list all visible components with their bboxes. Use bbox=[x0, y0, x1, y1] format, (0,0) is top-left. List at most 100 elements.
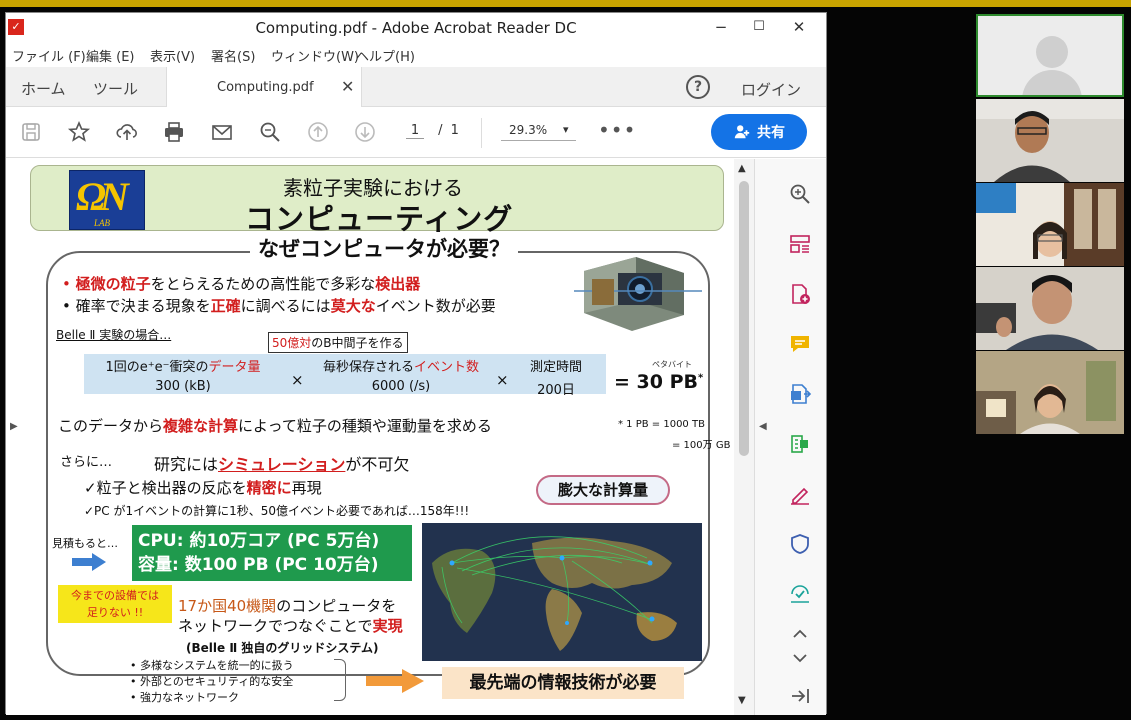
tab-document[interactable]: Computing.pdf ✕ bbox=[166, 67, 362, 107]
footnote-pb-gb: = 100万 GB bbox=[672, 440, 731, 451]
line-text: このデータから bbox=[58, 417, 164, 435]
calc-label: 測定時間 bbox=[529, 360, 582, 375]
petabyte-ruby: ペタバイト bbox=[652, 360, 692, 369]
export-pdf-icon[interactable] bbox=[787, 381, 813, 407]
email-icon[interactable] bbox=[209, 119, 235, 145]
create-pdf-icon[interactable] bbox=[787, 281, 813, 307]
add-user-icon bbox=[734, 125, 750, 139]
login-link[interactable]: ログイン bbox=[741, 79, 801, 100]
tab-home[interactable]: ホーム bbox=[21, 78, 66, 99]
close-tab-icon[interactable]: ✕ bbox=[341, 77, 354, 96]
bullet-red-text: 莫大な bbox=[330, 297, 376, 315]
times-sign: × bbox=[291, 371, 304, 389]
next-page-icon[interactable] bbox=[352, 119, 378, 145]
detector-image bbox=[574, 251, 704, 333]
save-icon[interactable] bbox=[18, 119, 44, 145]
note-line: 足りない !! bbox=[86, 606, 144, 619]
organize-pages-icon[interactable] bbox=[787, 231, 813, 257]
world-network-map bbox=[422, 523, 702, 661]
resource-estimate-box: CPU: 約10万コア (PC 5万台) 容量: 数100 PB (PC 10万… bbox=[132, 525, 412, 581]
scroll-up-icon[interactable]: ▲ bbox=[738, 163, 746, 174]
page-number-input[interactable]: 1 bbox=[406, 123, 424, 139]
participant-avatar-placeholder[interactable] bbox=[976, 14, 1124, 97]
bullet-dot: • bbox=[130, 675, 137, 688]
menu-sign[interactable]: 署名(S) bbox=[211, 46, 255, 65]
line-text: 粒子と検出器の反応を bbox=[96, 479, 247, 497]
menu-edit[interactable]: 編集 (E) bbox=[86, 46, 135, 65]
logo-mark: ΩΝ bbox=[76, 174, 129, 219]
previous-page-icon[interactable] bbox=[305, 119, 331, 145]
protect-shield-icon[interactable] bbox=[787, 531, 813, 557]
total-data-result: = 30 PB* bbox=[614, 371, 703, 393]
menu-window[interactable]: ウィンドウ(W) bbox=[271, 46, 359, 65]
edit-pdf-icon[interactable] bbox=[787, 431, 813, 457]
slide-title: コンピューティング bbox=[245, 202, 514, 236]
page-separator: / bbox=[438, 123, 443, 138]
line-red-text: 複雑な計算 bbox=[163, 417, 239, 435]
furthermore-label: さらに… bbox=[60, 455, 113, 470]
help-icon[interactable]: ? bbox=[686, 75, 710, 99]
scroll-thumb[interactable] bbox=[739, 181, 749, 456]
line-red-text: 精密に bbox=[246, 479, 292, 497]
print-icon[interactable] bbox=[161, 119, 187, 145]
cloud-upload-icon[interactable] bbox=[114, 119, 140, 145]
sub-bullet-2: • 外部とのセキュリティ的な安全 bbox=[130, 673, 293, 689]
sub-bullet-3: • 強力なネットワーク bbox=[130, 689, 239, 705]
participant-video-2[interactable] bbox=[976, 183, 1124, 266]
collapse-pane-icon[interactable]: ◀ bbox=[759, 421, 767, 432]
toolbar: 1 / 1 29.3% ▾ ••• 共有 bbox=[6, 108, 826, 158]
network-line-1: 17か国40機関のコンピュータを bbox=[178, 595, 396, 616]
menu-help[interactable]: ヘルプ(H) bbox=[356, 46, 415, 65]
more-tools-icon[interactable]: ••• bbox=[598, 118, 636, 142]
not-enough-note: 今までの設備では 足りない !! bbox=[58, 585, 172, 623]
bullet-text: イベント数が必要 bbox=[375, 297, 496, 315]
minimize-button[interactable]: − bbox=[706, 16, 736, 38]
tab-tools[interactable]: ツール bbox=[93, 78, 138, 99]
search-zoom-icon[interactable] bbox=[257, 119, 283, 145]
close-window-button[interactable]: ✕ bbox=[784, 16, 814, 38]
check-icon: ✓ bbox=[84, 479, 97, 497]
page-indicator: 1 / 1 bbox=[406, 123, 459, 139]
title-bar: ✓ Computing.pdf - Adobe Acrobat Reader D… bbox=[6, 13, 826, 41]
calc-value: 6000 (/s) bbox=[371, 379, 431, 394]
vertical-scrollbar[interactable]: ▲ ▼ bbox=[734, 159, 754, 715]
check-item-158-years: ✓PC が1イベントの計算に1秒、50億イベント必要であれば…158年!!! bbox=[84, 504, 470, 518]
note-line: 今までの設備では bbox=[71, 589, 159, 602]
complex-calc-line: このデータから複雑な計算によって粒子の種類や運動量を求める bbox=[58, 415, 492, 436]
top-status-strip bbox=[0, 0, 1131, 7]
chevron-down-icon[interactable] bbox=[787, 645, 813, 671]
cpu-estimate: CPU: 約10万コア (PC 5万台) bbox=[138, 531, 380, 551]
line-text: によって粒子の種類や運動量を求める bbox=[238, 417, 492, 435]
left-panel-toggle[interactable]: ▶ bbox=[6, 159, 22, 715]
bullet-text: 強力なネットワーク bbox=[140, 691, 239, 704]
zoom-value: 29.3% bbox=[509, 123, 548, 137]
avatar-head bbox=[1036, 36, 1068, 68]
collapse-right-pane-icon[interactable] bbox=[787, 683, 813, 709]
zoom-select[interactable]: 29.3% ▾ bbox=[501, 123, 576, 141]
participant-video-1[interactable] bbox=[976, 99, 1124, 182]
calc-label-red: データ量 bbox=[208, 360, 261, 375]
menu-file[interactable]: ファイル (F) bbox=[12, 46, 86, 65]
pdf-page: ΩΝ LAB 素粒子実験における コンピューティング なぜコンピュータが必要？ … bbox=[22, 159, 734, 715]
share-label: 共有 bbox=[757, 125, 785, 141]
chevron-up-icon[interactable] bbox=[787, 621, 813, 647]
measurement-time: 測定時間 200日 bbox=[512, 356, 600, 398]
maximize-button[interactable]: ☐ bbox=[744, 16, 774, 38]
bookmark-star-icon[interactable] bbox=[66, 119, 92, 145]
send-for-review-icon[interactable] bbox=[787, 581, 813, 607]
simulation-line: 研究にはシミュレーションが不可欠 bbox=[154, 451, 409, 475]
network-line-2: ネットワークでつなぐことで実現 bbox=[178, 615, 403, 636]
times-sign: × bbox=[496, 371, 509, 389]
participant-video-4[interactable] bbox=[976, 351, 1124, 434]
menu-view[interactable]: 表示(V) bbox=[150, 46, 195, 65]
lab-logo: ΩΝ LAB bbox=[69, 170, 145, 230]
expand-left-icon[interactable]: ▶ bbox=[10, 421, 18, 432]
comment-icon[interactable] bbox=[787, 331, 813, 357]
bullet-red-text: 正確 bbox=[210, 297, 241, 315]
zoom-tool-icon[interactable] bbox=[787, 181, 813, 207]
scroll-down-icon[interactable]: ▼ bbox=[738, 695, 746, 706]
bullet-dot: • bbox=[62, 297, 71, 315]
fill-sign-icon[interactable] bbox=[787, 481, 813, 507]
participant-video-3[interactable] bbox=[976, 267, 1124, 350]
share-button[interactable]: 共有 bbox=[711, 114, 807, 150]
